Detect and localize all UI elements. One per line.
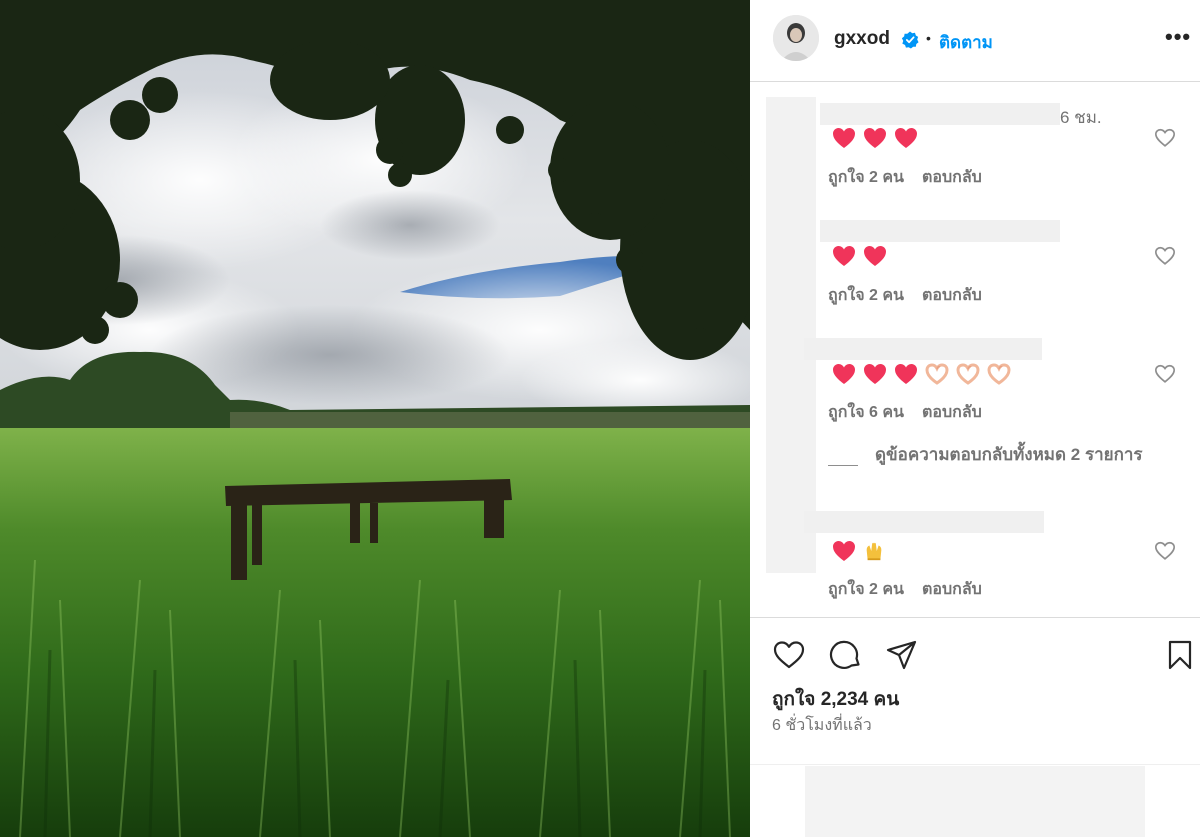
blurred-commenter-name (804, 511, 1044, 533)
comment-time: 6 ชม. (1060, 108, 1102, 127)
comment-like-icon[interactable] (1154, 127, 1176, 149)
username[interactable]: gxxod (834, 28, 890, 50)
heart-outline-icon[interactable] (772, 638, 806, 672)
blurred-comment-box (805, 766, 1145, 837)
view-replies-line (828, 465, 858, 466)
comment-like-icon[interactable] (1154, 245, 1176, 267)
comment-likes[interactable]: ถูกใจ 6 คน (828, 400, 904, 425)
heart-emoji-icon (895, 128, 917, 148)
comment-likes[interactable]: ถูกใจ 2 คน (828, 283, 904, 308)
bookmark-icon[interactable] (1163, 638, 1197, 672)
heart-emoji-icon (833, 128, 855, 148)
comments-list[interactable]: 6 ชม. ถูกใจ 2 คน ตอบกลับ ถูกใจ 2 คน ตอบก… (750, 83, 1200, 617)
avatar[interactable] (773, 15, 819, 61)
heart-hands-emoji-icon (925, 363, 949, 385)
heart-emoji-icon (864, 128, 886, 148)
divider (750, 764, 1200, 765)
reply-button[interactable]: ตอบกลับ (922, 165, 982, 190)
view-replies-label: ดูข้อความตอบกลับทั้งหมด 2 รายการ (875, 445, 1143, 464)
follow-button[interactable]: ติดตาม (939, 29, 993, 56)
blurred-commenter-name (820, 103, 1060, 125)
paper-plane-icon[interactable] (885, 638, 919, 672)
comment-meta: ถูกใจ 2 คน ตอบกลับ (828, 283, 982, 308)
heart-hands-emoji-icon (987, 363, 1011, 385)
separator-dot: • (926, 30, 931, 46)
view-replies-button[interactable]: ดูข้อความตอบกลับทั้งหมด 2 รายการ (828, 443, 1145, 467)
post-actions: ถูกใจ 2,234 คน 6 ชั่วโมงที่แล้ว (750, 617, 1200, 767)
heart-emoji-icon (833, 364, 855, 384)
heart-emoji-icon (833, 246, 855, 266)
reply-button[interactable]: ตอบกลับ (922, 400, 982, 425)
verified-badge-icon (901, 31, 919, 49)
likes-count[interactable]: ถูกใจ 2,234 คน (772, 684, 899, 714)
comment-text (832, 126, 918, 150)
comment-meta: ถูกใจ 6 คน ตอบกลับ (828, 400, 982, 425)
comment-likes[interactable]: ถูกใจ 2 คน (828, 577, 904, 602)
comment-text (832, 244, 887, 268)
heart-hands-emoji-icon (956, 363, 980, 385)
heart-emoji-icon (864, 364, 886, 384)
comment-like-icon[interactable] (1154, 540, 1176, 562)
comment-meta: ถูกใจ 2 คน ตอบกลับ (828, 165, 982, 190)
blurred-commenter-name (820, 220, 1060, 242)
post-image (0, 0, 750, 837)
blurred-avatars (766, 97, 816, 573)
heart-emoji-icon (895, 364, 917, 384)
comment-like-icon[interactable] (1154, 363, 1176, 385)
blurred-commenter-name (804, 338, 1042, 360)
reply-button[interactable]: ตอบกลับ (922, 283, 982, 308)
post-side-panel: gxxod • ติดตาม ••• 6 ชม. ถูกใจ 2 คน ตอบก… (750, 0, 1200, 837)
reply-button[interactable]: ตอบกลับ (922, 577, 982, 602)
raised-hands-emoji-icon (866, 542, 882, 561)
heart-emoji-icon (864, 246, 886, 266)
comment-likes[interactable]: ถูกใจ 2 คน (828, 165, 904, 190)
comment-icon[interactable] (829, 638, 863, 672)
post-time[interactable]: 6 ชั่วโมงที่แล้ว (772, 713, 872, 738)
comment-text (832, 539, 885, 563)
post-header: gxxod • ติดตาม ••• (750, 0, 1200, 82)
comment-meta: ถูกใจ 2 คน ตอบกลับ (828, 577, 982, 602)
more-options-button[interactable]: ••• (1165, 24, 1191, 50)
heart-emoji-icon (833, 541, 855, 561)
comment-text (832, 362, 1011, 386)
